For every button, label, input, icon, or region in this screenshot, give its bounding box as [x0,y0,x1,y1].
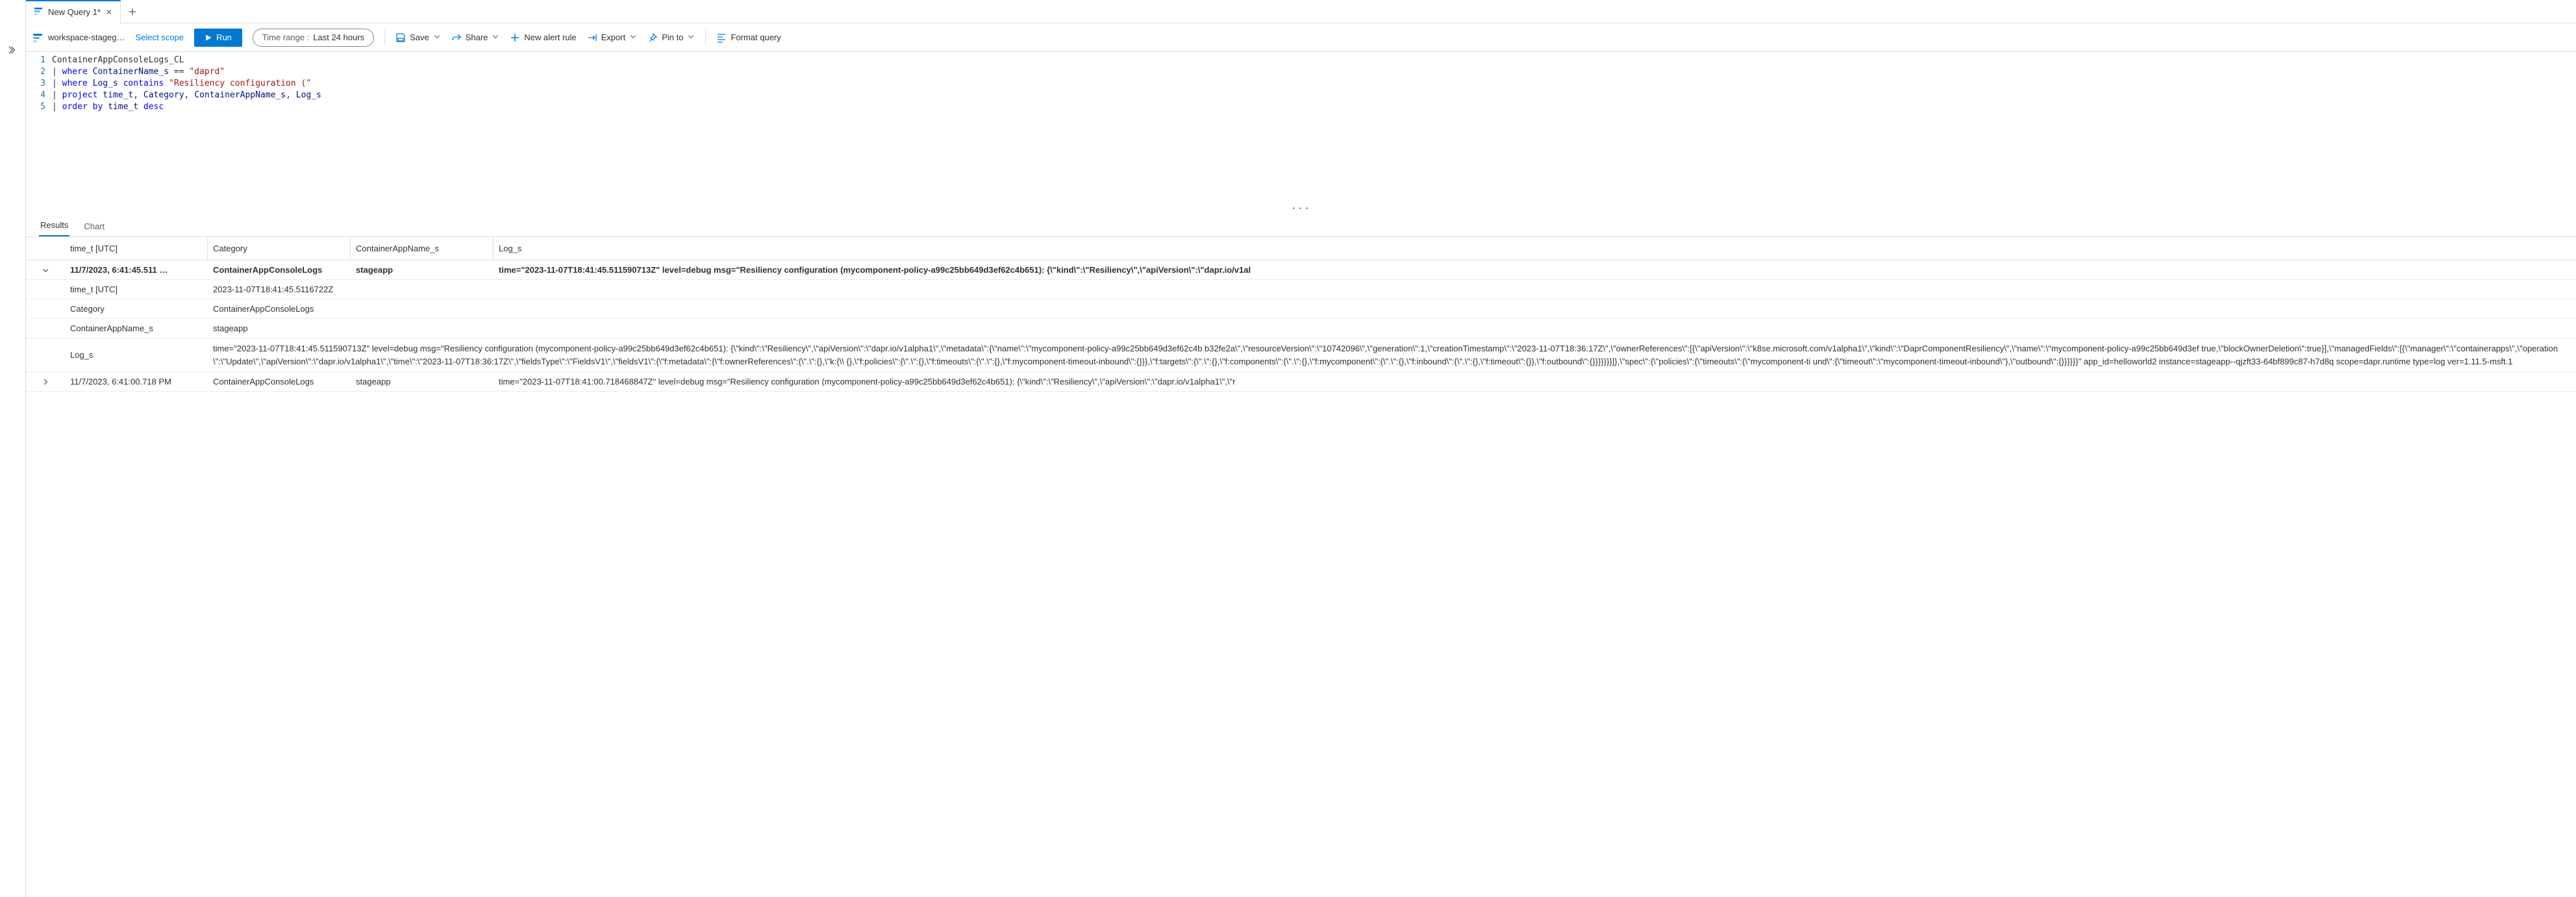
new-tab-button[interactable] [121,7,144,16]
run-button-label: Run [216,32,232,42]
chevron-down-icon [433,32,441,42]
new-alert-label: New alert rule [524,32,576,42]
toolbar: workspace-stageg… Select scope Run Time … [26,23,2576,52]
query-tab-label: New Query 1* [48,7,101,17]
detail-row: time_t [UTC] 2023-11-07T18:41:45.5116722… [26,280,2576,299]
expand-icon[interactable] [26,374,65,390]
code-area[interactable]: ContainerAppConsoleLogs_CL | where Conta… [52,55,2576,113]
export-button[interactable]: Export [587,32,638,43]
query-tab-active[interactable]: New Query 1* ✕ [26,0,121,23]
tab-strip: New Query 1* ✕ [26,0,2576,23]
detail-value: 2023-11-07T18:41:45.5116722Z [208,281,2576,298]
tab-results[interactable]: Results [39,220,69,236]
chevron-down-icon [492,32,499,42]
collapse-icon[interactable] [26,262,65,278]
export-label: Export [601,32,626,42]
cell-time: 11/7/2023, 6:41:45.511 … [65,261,208,279]
close-icon[interactable]: ✕ [106,8,112,17]
toolbar-separator [705,30,706,45]
format-query-button[interactable]: Format query [716,32,781,43]
tab-chart[interactable]: Chart [82,221,106,236]
detail-value: stageapp [208,320,2576,337]
time-range-value: Last 24 hours [313,32,364,42]
select-scope-link[interactable]: Select scope [136,32,184,42]
format-label: Format query [731,32,781,42]
workspace-name: workspace-stageg… [48,32,125,42]
detail-row: Category ContainerAppConsoleLogs [26,299,2576,319]
save-label: Save [410,32,429,42]
time-range-label: Time range : [262,32,310,42]
cell-log: time="2023-11-07T18:41:00.718468847Z" le… [494,373,2576,390]
col-category[interactable]: Category [208,237,351,260]
col-log[interactable]: Log_s [494,237,2576,260]
detail-key: Category [65,300,208,318]
detail-row: Log_s time="2023-11-07T18:41:45.51159071… [26,338,2576,372]
col-appname[interactable]: ContainerAppName_s [351,237,494,260]
cell-log: time="2023-11-07T18:41:45.511590713Z" le… [494,261,2576,279]
share-label: Share [466,32,488,42]
grid-header: time_t [UTC] Category ContainerAppName_s… [26,237,2576,260]
share-button[interactable]: Share [451,32,500,43]
cell-app: stageapp [351,373,494,390]
cell-time: 11/7/2023, 6:41:00.718 PM [65,373,208,390]
query-editor[interactable]: 12345 ContainerAppConsoleLogs_CL | where… [26,52,2576,113]
cell-category: ContainerAppConsoleLogs [208,373,351,390]
col-time[interactable]: time_t [UTC] [65,237,208,260]
cell-app: stageapp [351,261,494,279]
time-range-picker[interactable]: Time range : Last 24 hours [253,29,374,47]
pin-button[interactable]: Pin to [647,32,695,43]
results-grid: time_t [UTC] Category ContainerAppName_s… [26,237,2576,392]
new-alert-button[interactable]: New alert rule [510,32,576,43]
detail-value: time="2023-11-07T18:41:45.511590713Z" le… [208,338,2576,372]
resize-handle[interactable]: • • • [26,204,2576,214]
pin-label: Pin to [662,32,683,42]
save-button[interactable]: Save [395,32,441,43]
cell-category: ContainerAppConsoleLogs [208,261,351,279]
detail-key: ContainerAppName_s [65,320,208,337]
detail-key: time_t [UTC] [65,281,208,298]
results-tab-strip: Results Chart [26,214,2576,237]
chevron-down-icon [629,32,637,42]
workspace-picker[interactable]: workspace-stageg… [32,32,125,43]
expand-panel-icon[interactable] [8,45,18,57]
detail-row: ContainerAppName_s stageapp [26,319,2576,338]
query-tab-icon [34,6,43,18]
toolbar-separator [384,30,385,45]
table-row[interactable]: 11/7/2023, 6:41:00.718 PM ContainerAppCo… [26,372,2576,392]
detail-value: ContainerAppConsoleLogs [208,300,2576,318]
left-gutter [0,0,26,897]
run-button[interactable]: Run [194,29,242,47]
detail-key: Log_s [65,346,208,364]
table-row[interactable]: 11/7/2023, 6:41:45.511 … ContainerAppCon… [26,260,2576,280]
chevron-down-icon [687,32,695,42]
line-numbers: 12345 [26,55,52,113]
